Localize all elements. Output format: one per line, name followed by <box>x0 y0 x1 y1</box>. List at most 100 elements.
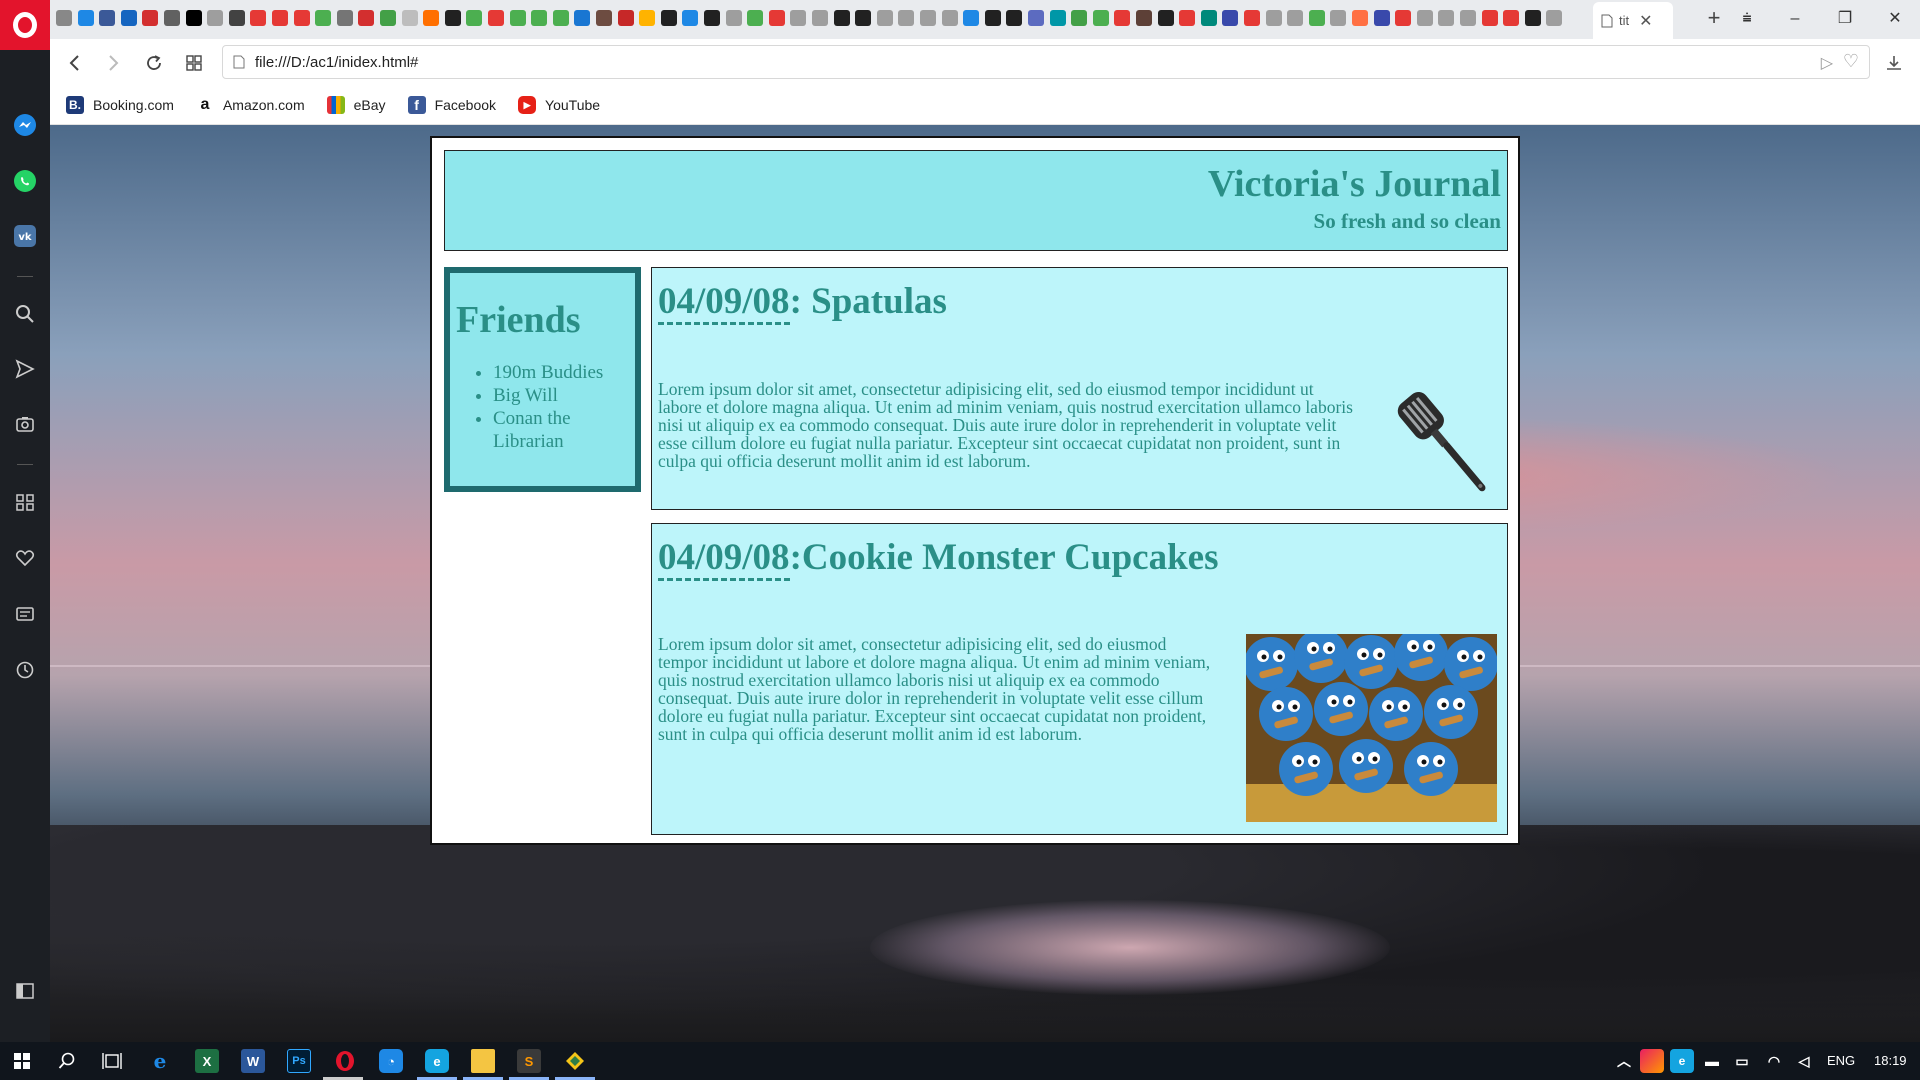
tab-favicon[interactable] <box>56 10 72 26</box>
opera-menu-button[interactable] <box>0 0 50 50</box>
tab-favicon[interactable] <box>1438 10 1455 26</box>
messenger-icon[interactable] <box>11 111 39 139</box>
tab-favicon[interactable] <box>660 10 677 26</box>
close-icon[interactable]: ✕ <box>1639 11 1652 31</box>
tray-expand-icon[interactable]: ︿ <box>1612 1049 1636 1073</box>
tab-favicon[interactable] <box>790 10 807 26</box>
tab-favicon[interactable] <box>1049 10 1066 26</box>
tab-favicon[interactable] <box>99 10 116 26</box>
vk-icon[interactable]: vk <box>11 222 39 250</box>
wifi-icon[interactable]: ◠ <box>1762 1049 1786 1073</box>
tab-favicon[interactable] <box>898 10 915 26</box>
tab-favicon[interactable] <box>1028 10 1044 26</box>
tray-app-icon[interactable]: e <box>1670 1049 1694 1073</box>
tab-favicon[interactable] <box>1265 10 1282 26</box>
whatsapp-icon[interactable] <box>11 167 39 195</box>
sidebar-toggle-icon[interactable] <box>11 977 39 1005</box>
tab-favicon[interactable] <box>1287 10 1304 26</box>
tab-favicon[interactable] <box>358 10 375 26</box>
tab-favicon[interactable] <box>185 10 202 26</box>
restore-button[interactable]: ❐ <box>1830 6 1860 32</box>
tab-favicon[interactable] <box>1071 10 1088 26</box>
bookmark-heart-icon[interactable]: ♡ <box>1843 51 1859 72</box>
tab-favicon[interactable] <box>1330 10 1347 26</box>
tab-favicon[interactable] <box>293 10 310 26</box>
tab-favicon[interactable] <box>1524 10 1541 26</box>
tab-favicon[interactable] <box>228 10 245 26</box>
tab-favicon[interactable] <box>963 10 980 26</box>
tab-favicon[interactable] <box>1179 10 1196 26</box>
tab-favicon[interactable] <box>1416 10 1433 26</box>
tab-favicon[interactable] <box>1136 10 1152 26</box>
tab-favicon[interactable] <box>984 10 1001 26</box>
tab-favicon[interactable] <box>639 10 656 26</box>
tab-favicon[interactable] <box>336 10 353 26</box>
tab-favicon[interactable] <box>876 10 893 26</box>
tabs-grid-button[interactable] <box>180 49 208 77</box>
search-icon[interactable] <box>55 1049 79 1073</box>
bookmark-facebook[interactable]: f Facebook <box>407 96 496 114</box>
bookmark-youtube[interactable]: ▶ YouTube <box>518 96 600 114</box>
tab-favicon[interactable] <box>1481 10 1498 26</box>
bookmark-booking[interactable]: B. Booking.com <box>66 96 174 114</box>
heart-icon[interactable] <box>11 544 39 572</box>
tab-favicon[interactable] <box>1222 10 1239 26</box>
minimize-button[interactable]: – <box>1780 6 1810 32</box>
file-explorer-icon[interactable] <box>471 1049 495 1073</box>
tab-favicon[interactable] <box>1395 10 1412 26</box>
address-bar[interactable]: file:///D:/ac1/inidex.html# ▷ ♡ <box>222 45 1870 79</box>
tab-favicon[interactable] <box>207 10 224 26</box>
tab-favicon[interactable] <box>704 10 720 26</box>
tab-favicon[interactable] <box>444 10 461 26</box>
tab-favicon[interactable] <box>1244 10 1260 26</box>
sublime-text-icon[interactable]: S <box>517 1049 541 1073</box>
history-icon[interactable] <box>11 656 39 684</box>
clock[interactable]: 18:19 <box>1874 1053 1907 1068</box>
bookmark-amazon[interactable]: a Amazon.com <box>195 96 305 114</box>
tab-favicon[interactable] <box>1092 10 1109 26</box>
close-window-button[interactable]: ✕ <box>1880 6 1910 32</box>
tab-favicon[interactable] <box>1114 10 1131 26</box>
news-icon[interactable] <box>11 600 39 628</box>
download-button[interactable] <box>1880 49 1908 77</box>
tab-favicon[interactable] <box>725 10 742 26</box>
word-icon[interactable]: W <box>241 1049 265 1073</box>
tab-menu-icon[interactable]: ⩧ <box>1732 6 1762 32</box>
tab-favicon[interactable] <box>509 10 526 26</box>
language-indicator[interactable]: ENG <box>1827 1053 1855 1068</box>
tab-favicon[interactable] <box>1006 10 1023 26</box>
tab-favicon[interactable] <box>747 10 764 26</box>
edge-icon[interactable]: e <box>148 1049 172 1073</box>
forward-button[interactable] <box>100 49 128 77</box>
app-icon[interactable]: ◔ <box>379 1049 403 1073</box>
tab-favicon[interactable] <box>77 10 94 26</box>
tray-network-icon[interactable]: ▬ <box>1700 1049 1724 1073</box>
search-icon[interactable] <box>11 300 39 328</box>
reload-button[interactable] <box>140 49 168 77</box>
camera-icon[interactable] <box>11 410 39 438</box>
bookmark-ebay[interactable]: eBay <box>326 96 386 114</box>
new-tab-button[interactable]: + <box>1702 7 1726 31</box>
post-date-link[interactable]: 04/09/08 <box>658 537 790 581</box>
tab-favicon[interactable] <box>617 10 634 26</box>
battery-icon[interactable]: ▭ <box>1730 1049 1754 1073</box>
back-button[interactable] <box>60 49 88 77</box>
tab-favicon[interactable] <box>1157 10 1174 26</box>
task-view-icon[interactable] <box>100 1049 124 1073</box>
tab-favicon[interactable] <box>272 10 288 26</box>
tab-favicon[interactable] <box>833 10 850 26</box>
volume-icon[interactable]: ◁ <box>1792 1049 1816 1073</box>
tab-favicon[interactable] <box>1503 10 1520 26</box>
app-icon[interactable] <box>563 1049 587 1073</box>
tab-favicon[interactable] <box>812 10 828 26</box>
send-icon[interactable] <box>11 355 39 383</box>
tray-app-icon[interactable] <box>1640 1049 1664 1073</box>
tab-favicon[interactable] <box>250 10 267 26</box>
tab-favicon[interactable] <box>466 10 483 26</box>
speed-dial-icon[interactable] <box>11 488 39 516</box>
tab-favicon[interactable] <box>941 10 958 26</box>
tab-favicon[interactable] <box>920 10 936 26</box>
tab-favicon[interactable] <box>1546 10 1563 26</box>
tab-active[interactable]: tit ✕ <box>1593 2 1673 39</box>
tab-favicon[interactable] <box>120 10 137 26</box>
